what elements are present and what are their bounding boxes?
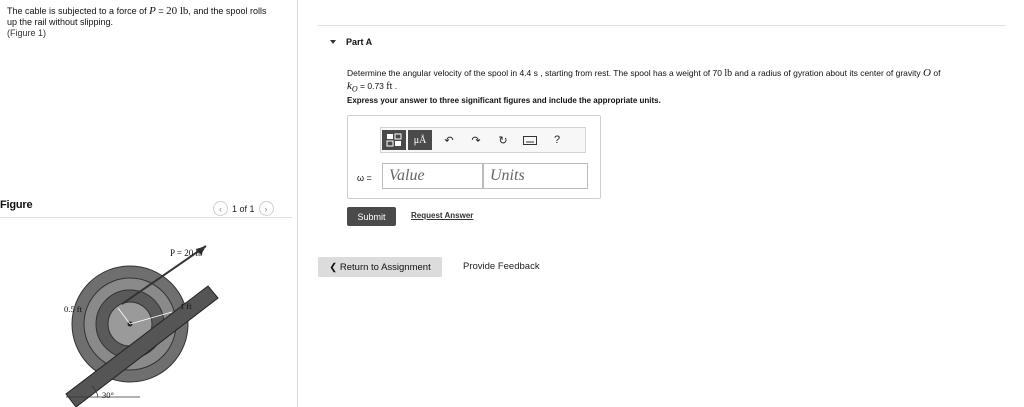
units-input[interactable]: Units (483, 163, 588, 189)
undo-icon[interactable]: ↶ (437, 130, 461, 150)
answer-box: μÅ ↶ ↷ ↻ ? ω = Value Units (347, 115, 601, 199)
force-symbol: P (149, 5, 156, 17)
question-part: Determine the angular velocity of the sp… (347, 68, 725, 78)
weight-unit: lb (724, 68, 733, 79)
question-part: and a radius of gyration about its cente… (732, 68, 924, 78)
chevron-right-icon[interactable]: › (258, 201, 274, 216)
templates-icon[interactable] (382, 130, 406, 150)
problem-statement: The cable is subjected to a force of P =… (7, 6, 277, 39)
units-icon[interactable]: μÅ (408, 130, 432, 150)
instruction-text: Express your answer to three significant… (347, 96, 661, 105)
inner-radius-label: 0.5 ft (64, 304, 83, 314)
question-part: of (930, 68, 941, 78)
k-period: . (392, 81, 398, 91)
return-to-assignment-button[interactable]: ❮ Return to Assignment (318, 257, 442, 277)
chevron-left-icon[interactable]: ‹ (213, 201, 228, 216)
left-panel: The cable is subjected to a force of P =… (0, 0, 298, 407)
provide-feedback-link[interactable]: Provide Feedback (463, 261, 540, 272)
math-toolbar: μÅ ↶ ↷ ↻ ? (380, 127, 586, 153)
collapse-triangle-icon[interactable] (330, 40, 336, 44)
angle-label: 30° (102, 390, 114, 400)
figure-divider (0, 217, 292, 218)
reset-icon[interactable]: ↻ (491, 130, 515, 150)
request-answer-link[interactable]: Request Answer (411, 211, 473, 220)
force-value: 20 lb (166, 5, 189, 17)
pager-text: 1 of 1 (232, 203, 255, 214)
figure-heading: Figure (0, 199, 33, 211)
part-header[interactable]: Part A (330, 37, 372, 47)
question-text: Determine the angular velocity of the sp… (347, 67, 1012, 96)
figure-pager: ‹ 1 of 1 › (213, 201, 274, 216)
equals-sign: = (155, 6, 167, 16)
figure-link[interactable]: (Figure 1) (7, 28, 46, 38)
point-symbol: O (923, 67, 931, 79)
answer-label: ω = (357, 173, 372, 183)
keyboard-icon[interactable] (518, 130, 542, 150)
k-value: = 0.73 (357, 81, 387, 91)
help-icon[interactable]: ? (545, 130, 569, 150)
force-label: P = 20 lb (170, 248, 203, 258)
part-title: Part A (346, 37, 373, 47)
outer-radius-label: 1 ft (180, 301, 192, 311)
spool-figure: P = 20 lb 0.5 ft 1 ft 30° (64, 245, 219, 407)
value-input[interactable]: Value (382, 163, 483, 189)
redo-icon[interactable]: ↷ (464, 130, 488, 150)
submit-button[interactable]: Submit (347, 207, 396, 226)
part-divider (318, 25, 1006, 26)
problem-text: The cable is subjected to a force of (7, 6, 150, 16)
